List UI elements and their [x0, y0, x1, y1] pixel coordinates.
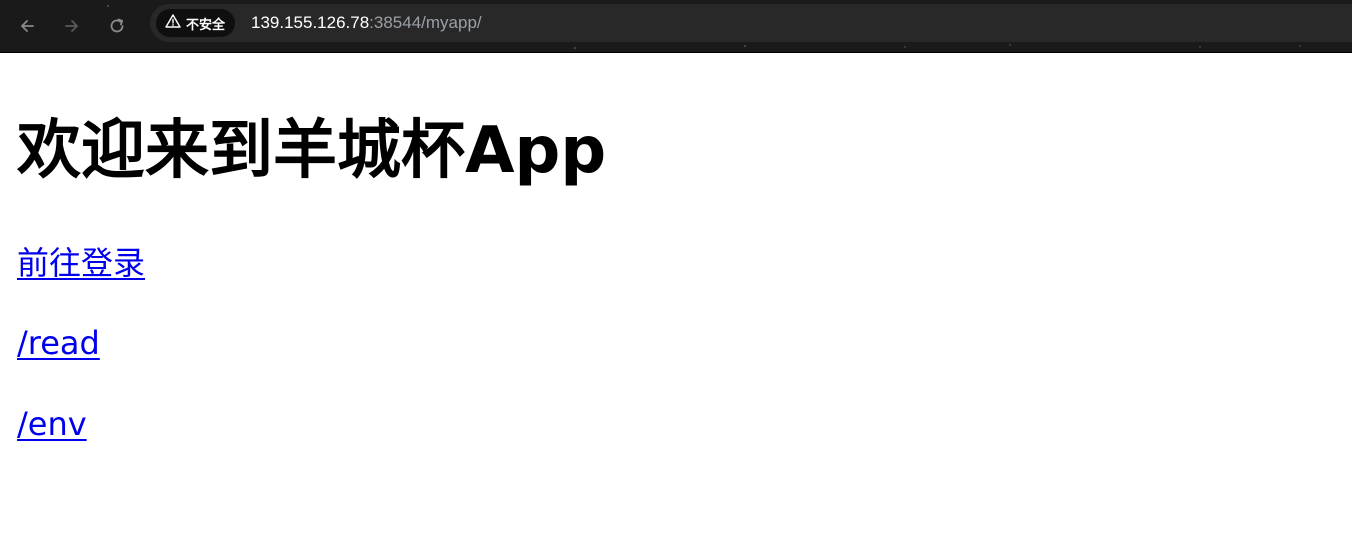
login-link[interactable]: 前往登录 [17, 244, 145, 282]
url-host: 139.155.126.78 [251, 13, 370, 32]
link-paragraph: /env [17, 404, 87, 444]
arrow-right-icon [63, 17, 81, 35]
env-link[interactable]: /env [17, 405, 87, 443]
address-bar[interactable]: 不安全 139.155.126.78:38544/myapp/ [150, 4, 1352, 42]
security-label: 不安全 [186, 17, 226, 33]
warning-triangle-icon [165, 13, 181, 33]
read-link[interactable]: /read [17, 324, 100, 362]
browser-toolbar: 不安全 139.155.126.78:38544/myapp/ [0, 0, 1352, 53]
page-title: 欢迎来到羊城杯App [17, 114, 607, 188]
security-indicator[interactable]: 不安全 [156, 9, 236, 37]
reload-icon [108, 17, 126, 35]
back-button[interactable] [12, 11, 42, 41]
forward-button[interactable] [57, 11, 87, 41]
link-paragraph: /read [17, 323, 100, 363]
url-text[interactable]: 139.155.126.78:38544/myapp/ [251, 13, 482, 33]
url-path: :38544/myapp/ [369, 13, 482, 32]
arrow-left-icon [18, 17, 36, 35]
link-paragraph: 前往登录 [17, 243, 145, 283]
reload-button[interactable] [102, 11, 132, 41]
